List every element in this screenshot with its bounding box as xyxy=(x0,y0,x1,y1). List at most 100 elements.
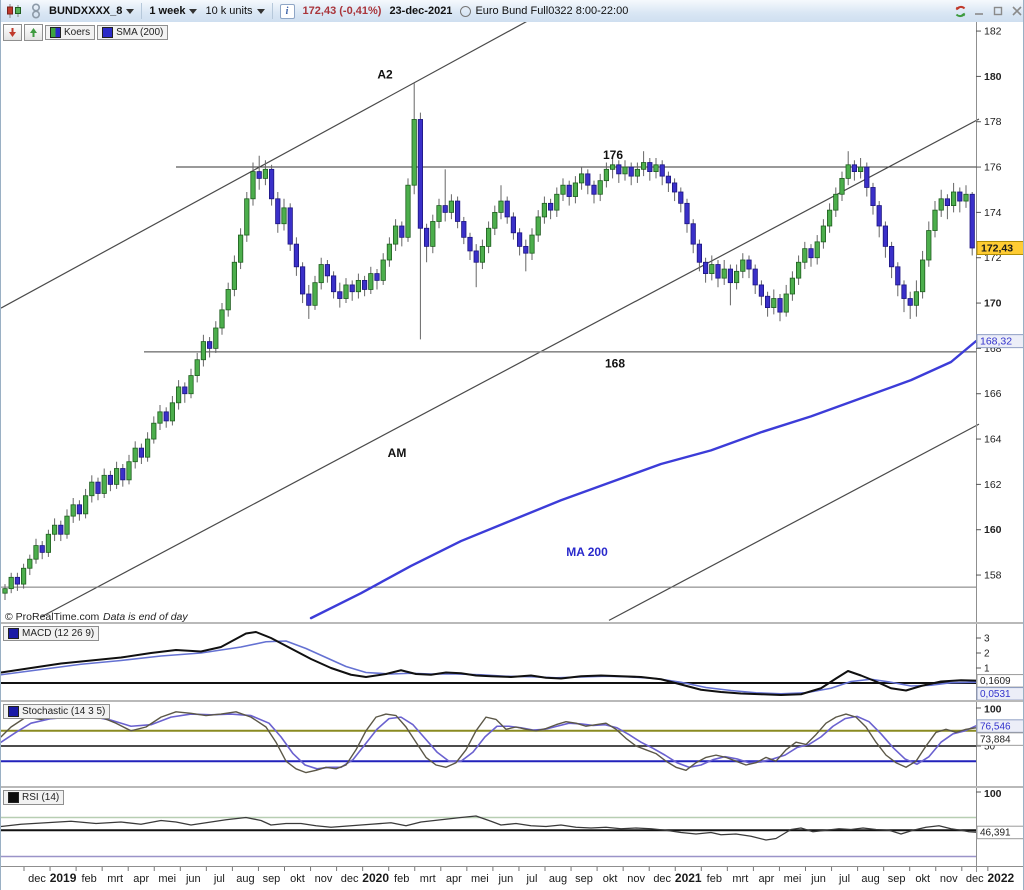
price-axis-label: 160 xyxy=(984,524,1002,536)
candle xyxy=(176,380,180,409)
last-price-tag-label: 172,43 xyxy=(981,242,1013,254)
candle xyxy=(257,156,261,190)
timeframe-dropdown[interactable]: 1 week xyxy=(149,5,197,17)
candle xyxy=(722,260,726,285)
candle xyxy=(741,253,745,278)
macd-chart-canvas[interactable]: 3210,16090,0531 xyxy=(1,624,1024,700)
sma-series-label: SMA (200) xyxy=(116,27,163,38)
candle xyxy=(877,201,881,237)
candle xyxy=(871,183,875,215)
candle-body xyxy=(52,525,56,534)
candle-body xyxy=(65,516,69,534)
candle-body xyxy=(493,212,497,228)
macd-axis-label: 1 xyxy=(984,664,990,675)
candle-body xyxy=(610,165,614,170)
refresh-button[interactable] xyxy=(952,3,968,19)
candle xyxy=(189,369,193,398)
candle xyxy=(536,210,540,242)
candle-body xyxy=(951,192,955,206)
macd-legend-chip[interactable]: MACD (12 26 9) xyxy=(3,626,99,641)
price-axis-label: 178 xyxy=(984,116,1002,128)
trendline-2 xyxy=(41,119,979,617)
timeframe-label: 1 week xyxy=(149,5,185,17)
ma-value-tag-label: 168,32 xyxy=(980,336,1012,348)
candle xyxy=(561,178,565,201)
chart-style-icon[interactable] xyxy=(5,4,23,18)
candle xyxy=(455,197,459,229)
trendline-1 xyxy=(1,22,566,308)
minimize-button[interactable] xyxy=(971,3,987,19)
link-icon[interactable] xyxy=(31,3,41,19)
legend-chip-price[interactable]: Koers xyxy=(45,25,95,40)
close-icon xyxy=(1012,6,1022,16)
candlestick-chart-canvas[interactable]: A2176168AMMA 200© ProRealTime.comData is… xyxy=(1,22,1024,622)
candle xyxy=(784,285,788,317)
stochastic-chart-canvas[interactable]: 1005076,54673,884 xyxy=(1,702,1024,786)
candle xyxy=(468,233,472,260)
candle-body xyxy=(71,505,75,516)
rsi-legend-chip[interactable]: RSI (14) xyxy=(3,790,64,805)
candle-body xyxy=(846,165,850,179)
units-dropdown[interactable]: 10 k units xyxy=(205,5,264,17)
candle xyxy=(648,158,652,181)
candle xyxy=(511,212,515,239)
candle-body xyxy=(121,469,125,480)
candle xyxy=(96,478,100,501)
rsi-line xyxy=(1,816,976,840)
candle xyxy=(716,260,720,287)
units-label: 10 k units xyxy=(205,5,252,17)
time-axis-label: jul xyxy=(213,873,225,885)
candle-body xyxy=(307,294,311,305)
candle-body xyxy=(344,285,348,299)
candle xyxy=(127,455,131,484)
candle xyxy=(970,192,974,255)
candle xyxy=(344,278,348,303)
candle xyxy=(809,244,813,267)
candle xyxy=(59,521,63,541)
candle-body xyxy=(437,206,441,222)
time-axis-label: feb xyxy=(81,873,96,885)
close-button[interactable] xyxy=(1009,3,1024,19)
candle-body xyxy=(511,217,515,233)
stochastic-panel[interactable]: Stochastic (14 3 5) 1005076,54673,884 xyxy=(1,700,1024,786)
candle xyxy=(765,292,769,317)
green-up-arrow-icon xyxy=(28,27,39,38)
candle xyxy=(424,224,428,263)
candle xyxy=(9,573,13,593)
sell-order-button[interactable] xyxy=(3,24,22,41)
time-axis-label: nov xyxy=(627,873,645,885)
candle-body xyxy=(263,169,267,178)
candle-body xyxy=(282,208,286,224)
candle-body xyxy=(548,203,552,210)
candle-body xyxy=(883,226,887,246)
candle-body xyxy=(139,448,143,457)
stochastic-legend-chip[interactable]: Stochastic (14 3 5) xyxy=(3,704,110,719)
candle-body xyxy=(331,276,335,292)
rsi-series-icon xyxy=(8,792,19,803)
candle xyxy=(34,539,38,564)
last-price: 172,43 (-0,41%) xyxy=(303,5,382,17)
price-chart-panel[interactable]: Koers SMA (200) A2176168AMMA 200© ProRea… xyxy=(1,22,1024,622)
time-axis-label: okt xyxy=(290,873,305,885)
info-button[interactable]: i xyxy=(280,4,295,19)
candle xyxy=(914,280,918,316)
candle xyxy=(133,441,137,468)
legend-chip-sma[interactable]: SMA (200) xyxy=(97,25,168,40)
time-axis[interactable]: dec2019febmrtaprmeijunjulaugsepoktnovdec… xyxy=(1,866,1024,890)
candle-body xyxy=(189,376,193,394)
candle xyxy=(790,271,794,300)
candle xyxy=(734,265,738,290)
candle xyxy=(815,235,819,264)
candle xyxy=(449,194,453,219)
candle-body xyxy=(753,269,757,285)
candle xyxy=(108,471,112,491)
rsi-chart-canvas[interactable]: 10046,391 xyxy=(1,788,1024,866)
candle xyxy=(232,255,236,296)
macd-panel[interactable]: MACD (12 26 9) 3210,16090,0531 xyxy=(1,622,1024,700)
symbol-dropdown[interactable]: BUNDXXXX_8 xyxy=(49,5,134,17)
rsi-panel[interactable]: RSI (14) 10046,391 xyxy=(1,786,1024,866)
buy-order-button[interactable] xyxy=(24,24,43,41)
candle-body xyxy=(313,283,317,306)
candle-body xyxy=(158,412,162,423)
maximize-button[interactable] xyxy=(990,3,1006,19)
